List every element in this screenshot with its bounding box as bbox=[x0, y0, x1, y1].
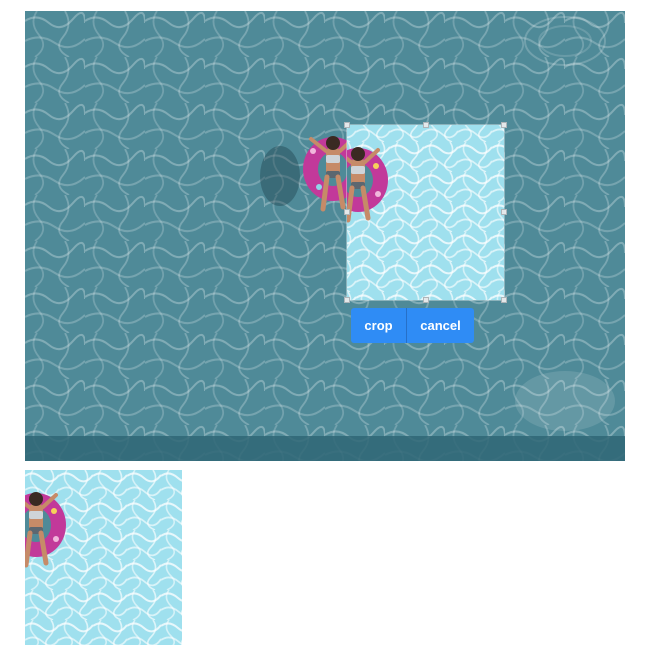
cancel-button[interactable]: cancel bbox=[407, 308, 474, 343]
crop-handle-top[interactable] bbox=[423, 122, 429, 128]
cropped-preview-photo bbox=[25, 470, 182, 645]
crop-handle-bottom[interactable] bbox=[423, 297, 429, 303]
crop-handle-top-right[interactable] bbox=[501, 122, 507, 128]
crop-handle-bottom-left[interactable] bbox=[344, 297, 350, 303]
crop-handle-right[interactable] bbox=[501, 209, 507, 215]
crop-handle-bottom-right[interactable] bbox=[501, 297, 507, 303]
crop-selection[interactable] bbox=[347, 125, 504, 300]
pool-photo bbox=[25, 11, 625, 461]
crop-selection-photo bbox=[347, 125, 504, 300]
crop-action-buttons: crop cancel bbox=[351, 308, 474, 343]
crop-handle-left[interactable] bbox=[344, 209, 350, 215]
crop-button[interactable]: crop bbox=[351, 308, 407, 343]
crop-handle-top-left[interactable] bbox=[344, 122, 350, 128]
cropped-preview bbox=[25, 470, 182, 645]
image-canvas[interactable]: crop cancel bbox=[25, 11, 625, 461]
